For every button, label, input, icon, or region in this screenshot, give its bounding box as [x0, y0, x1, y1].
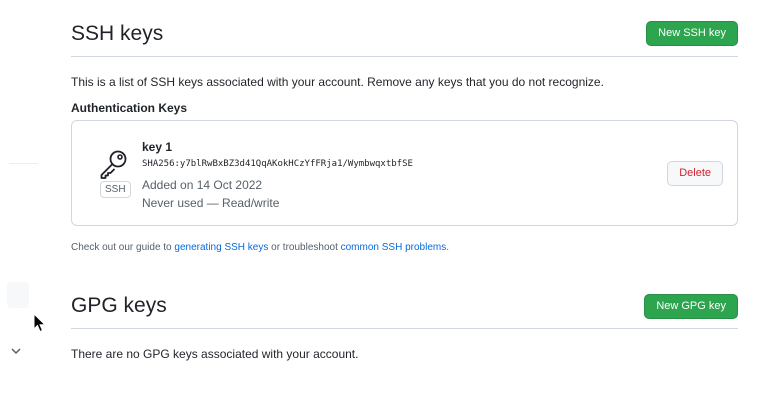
no-gpg-keys-message: There are no GPG keys associated with yo…	[71, 347, 359, 361]
common-ssh-problems-link[interactable]: common SSH problems	[341, 242, 447, 253]
ssh-key-added-date: Added on 14 Oct 2022	[142, 178, 263, 192]
new-gpg-key-button[interactable]: New GPG key	[644, 294, 738, 319]
left-sidebar-item[interactable]	[7, 282, 29, 308]
gpg-keys-title: GPG keys	[71, 294, 167, 317]
left-sidebar-divider	[9, 163, 38, 164]
mouse-cursor-icon	[33, 313, 47, 333]
generating-ssh-keys-link[interactable]: generating SSH keys	[174, 242, 268, 253]
guide-middle: or troubleshoot	[268, 242, 341, 253]
ssh-guide-text: Check out our guide to generating SSH ke…	[71, 242, 449, 253]
delete-ssh-key-button[interactable]: Delete	[667, 161, 723, 186]
new-ssh-key-button[interactable]: New SSH key	[646, 21, 738, 46]
ssh-keys-intro: This is a list of SSH keys associated wi…	[71, 75, 604, 89]
ssh-keys-title: SSH keys	[71, 22, 164, 45]
ssh-key-usage: Never used — Read/write	[142, 196, 280, 210]
ssh-key-name: key 1	[142, 140, 173, 154]
ssh-key-fingerprint: SHA256:y7blRwBxBZ3d41QqAKokHCzYfFRja1/Wy…	[142, 159, 413, 169]
ssh-type-badge: SSH	[100, 181, 131, 198]
chevron-down-icon[interactable]	[10, 345, 22, 357]
authentication-keys-heading: Authentication Keys	[71, 101, 188, 115]
key-icon	[100, 150, 127, 179]
settings-main: SSH keys New SSH key This is a list of S…	[71, 0, 738, 361]
ssh-keys-header: SSH keys New SSH key	[71, 0, 738, 57]
gpg-keys-header: GPG keys New GPG key	[71, 272, 738, 329]
guide-suffix: .	[446, 242, 449, 253]
guide-prefix: Check out our guide to	[71, 242, 175, 253]
ssh-key-item: SSH key 1 SHA256:y7blRwBxBZ3d41QqAKokHCz…	[71, 120, 738, 226]
